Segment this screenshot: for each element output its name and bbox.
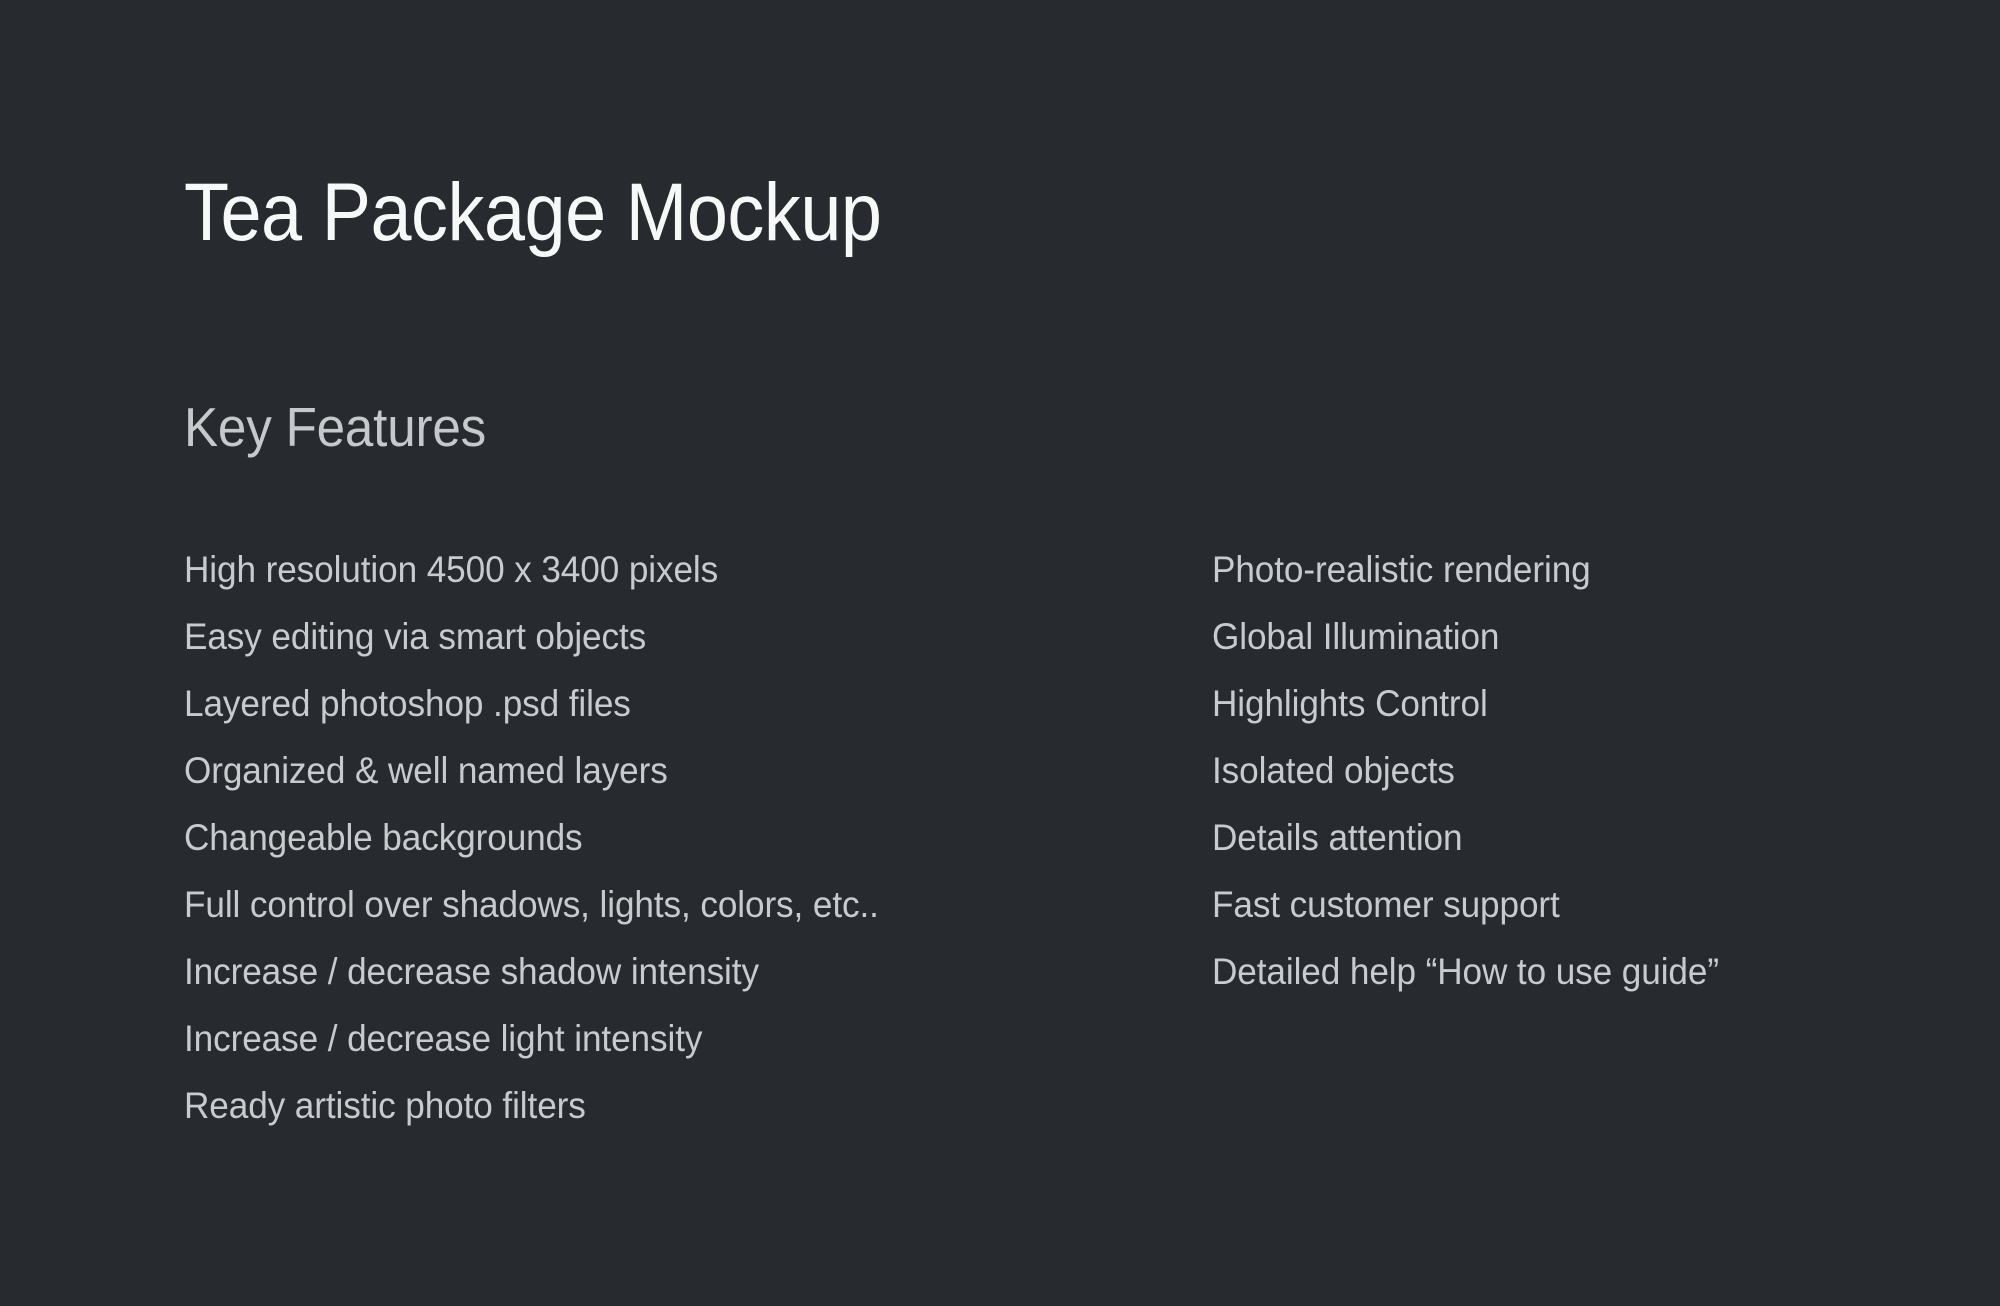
feature-item: Details attention (1212, 817, 1463, 858)
feature-item: Layered photoshop .psd files (184, 683, 631, 724)
feature-item: Organized & well named layers (184, 750, 668, 791)
feature-item: Isolated objects (1212, 750, 1455, 791)
feature-column-left: High resolution 4500 x 3400 pixels Easy e… (184, 536, 1164, 1139)
feature-item: Photo-realistic rendering (1212, 549, 1591, 590)
feature-item: Increase / decrease shadow intensity (184, 951, 759, 992)
feature-item: Ready artistic photo filters (184, 1085, 586, 1126)
features-columns: High resolution 4500 x 3400 pixels Easy e… (0, 536, 2000, 1176)
feature-item: Full control over shadows, lights, color… (184, 884, 879, 925)
feature-item: Fast customer support (1212, 884, 1560, 925)
feature-item: Increase / decrease light intensity (184, 1018, 703, 1059)
section-heading-key-features: Key Features (184, 396, 486, 458)
feature-column-right: Photo-realistic rendering Global Illumina… (1212, 536, 1972, 1005)
feature-item: Highlights Control (1212, 683, 1488, 724)
feature-item: Global Illumination (1212, 616, 1500, 657)
slide-root: Tea Package Mockup Key Features High res… (0, 0, 2000, 1306)
feature-item: Easy editing via smart objects (184, 616, 647, 657)
feature-item: Detailed help “How to use guide” (1212, 951, 1719, 992)
feature-item: Changeable backgrounds (184, 817, 583, 858)
page-title: Tea Package Mockup (184, 167, 882, 258)
feature-item: High resolution 4500 x 3400 pixels (184, 549, 719, 590)
